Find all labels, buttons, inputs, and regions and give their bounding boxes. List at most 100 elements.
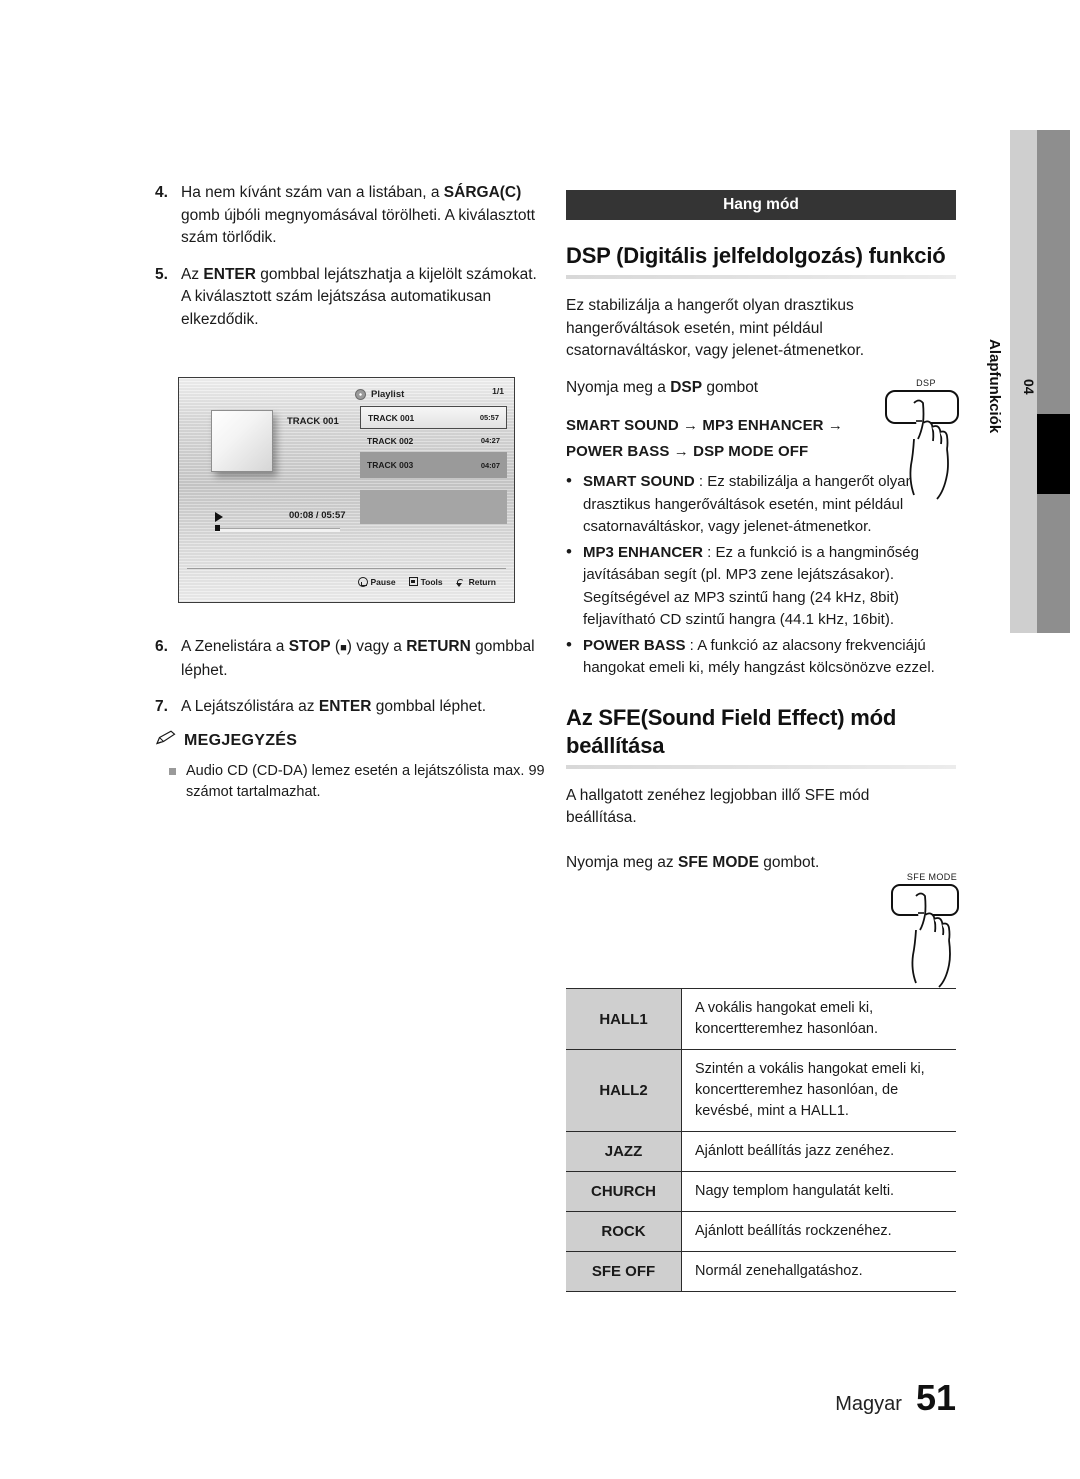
album-art — [211, 410, 273, 472]
sfe-mode-description: A vokális hangokat emeli ki, koncerttere… — [681, 988, 956, 1050]
table-row: SFE OFF Normál zenehallgatáshoz. — [566, 1251, 956, 1292]
progress-knob[interactable] — [215, 525, 220, 531]
playlist-footer-bar: Pause Tools Return — [187, 568, 506, 594]
step-text: A Lejátszólistára az ENTER gombbal léphe… — [181, 698, 487, 715]
chapter-marker — [1037, 414, 1070, 494]
step-text: Ha nem kívánt szám van a listában, a SÁR… — [181, 184, 536, 246]
note-list-item: Audio CD (CD-DA) lemez esetén a lejátszó… — [155, 761, 555, 803]
bullet-text: MP3 ENHANCER : Ez a funkció is a hangmin… — [583, 542, 956, 632]
return-label: Return — [468, 576, 496, 587]
return-button[interactable]: Return — [456, 577, 496, 587]
right-column: Hang mód DSP (Digitális jelfeldolgozás) … — [566, 190, 956, 888]
chapter-number: 04 — [1021, 378, 1037, 395]
sfe-mode-description: Normál zenehallgatáshoz. — [681, 1251, 956, 1292]
table-row: HALL2 Szintén a vokális hangokat emeli k… — [566, 1049, 956, 1132]
track-list-item[interactable]: TRACK 002 04:27 — [360, 429, 507, 452]
heading-rule — [566, 275, 956, 279]
sfe-mode-description: Nagy templom hangulatát kelti. — [681, 1171, 956, 1212]
heading-sfe: Az SFE(Sound Field Effect) mód beállítás… — [566, 704, 897, 758]
bullet-term: MP3 ENHANCER — [583, 543, 704, 561]
section-bar-label: Hang mód — [723, 196, 799, 213]
sfe-intro-paragraph: A hallgatott zenéhez legjobban illő SFE … — [566, 786, 870, 827]
sfe-mode-name: HALL2 — [566, 1049, 682, 1132]
note-bullet-icon — [169, 768, 176, 775]
playlist-page-indicator: 1/1 — [492, 386, 504, 396]
playlist-title: Playlist — [371, 388, 405, 400]
bullet-icon: • — [566, 634, 572, 654]
progress-bar[interactable] — [215, 528, 340, 532]
tools-button[interactable]: Tools — [408, 576, 443, 587]
sfe-press-instruction: Nyomja meg az SFE MODE gombot. — [566, 853, 820, 871]
track-name: TRACK 001 — [368, 412, 415, 423]
bullet-text: POWER BASS : A funkció az alacsony frekv… — [583, 635, 956, 680]
chapter-bar — [1037, 130, 1070, 633]
bullet-icon: • — [566, 471, 572, 490]
step-5: 5. Az ENTER gombbal lejátszhatja a kijel… — [155, 264, 555, 332]
bullet-sep: : — [694, 473, 708, 490]
playlist-header: Playlist — [355, 386, 514, 402]
track-time: 05:57 — [479, 413, 499, 422]
enter-icon — [357, 576, 368, 587]
step-7: 7. A Lejátszólistára az ENTER gombbal lé… — [155, 696, 560, 719]
dsp-intro-paragraph: Ez stabilizálja a hangerőt olyan draszti… — [566, 297, 865, 359]
track-name: TRACK 002 — [367, 435, 414, 446]
dsp-bullet-mp3-enhancer: • MP3 ENHANCER : Ez a funkció is a hangm… — [566, 542, 956, 632]
section-bar-sound-mode: Hang mód — [566, 190, 956, 220]
sfe-mode-name: HALL1 — [566, 988, 682, 1050]
sfe-mode-description: Ajánlott beállítás rockzenéhez. — [681, 1211, 956, 1252]
left-column-steps-cont: 6. A Zenelistára a STOP (■) vagy a RETUR… — [155, 636, 560, 733]
tools-icon — [408, 577, 418, 586]
step-6: 6. A Zenelistára a STOP (■) vagy a RETUR… — [155, 636, 560, 682]
tools-label: Tools — [420, 576, 443, 587]
sfe-mode-description: Szintén a vokális hangokat emeli ki, kon… — [681, 1049, 956, 1132]
pause-label: Pause — [370, 576, 396, 587]
step-number: 5. — [155, 265, 168, 283]
footer-page-number: 51 — [915, 1377, 956, 1418]
table-row: CHURCH Nagy templom hangulatát kelti. — [566, 1171, 956, 1212]
track-list-item[interactable]: TRACK 003 04:07 — [360, 452, 507, 478]
playlist-screenshot: Playlist 1/1 TRACK 001 00:08 / 05:57 TRA… — [178, 377, 515, 603]
heading-rule — [566, 764, 956, 769]
chapter-label: Alapfunkciók — [986, 339, 1003, 434]
step-4: 4. Ha nem kívánt szám van a listában, a … — [155, 182, 555, 250]
pencil-icon — [155, 730, 177, 751]
table-row: ROCK Ajánlott beállítás rockzenéhez. — [566, 1211, 956, 1252]
heading-dsp: DSP (Digitális jelfeldolgozás) funkció — [566, 243, 946, 268]
note-block: MEGJEGYZÉS Audio CD (CD-DA) lemez esetén… — [155, 730, 555, 803]
step-text: Az ENTER gombbal lejátszhatja a kijelölt… — [181, 265, 537, 328]
playback-time: 00:08 / 05:57 — [289, 510, 346, 521]
disc-icon — [355, 388, 366, 400]
sfe-button-caption: SFE MODE — [906, 872, 958, 882]
step-number: 4. — [155, 184, 168, 201]
sfe-mode-description: Ajánlott beállítás jazz zenéhez. — [681, 1131, 956, 1172]
footer-language: Magyar — [835, 1393, 902, 1415]
chapter-tab: 04 Alapfunkciók — [986, 130, 1037, 633]
table-row: JAZZ Ajánlott beállítás jazz zenéhez. — [566, 1131, 956, 1172]
pause-button[interactable]: Pause — [357, 576, 396, 587]
track-list: TRACK 001 05:57 TRACK 002 04:27 TRACK 00… — [360, 406, 507, 524]
note-header: MEGJEGYZÉS — [155, 730, 555, 751]
dsp-button-caption: DSP — [916, 378, 936, 388]
dsp-bullet-power-bass: • POWER BASS : A funkció az alacsony fre… — [566, 635, 956, 680]
sfe-mode-remote-button-illustration: SFE MODE — [886, 872, 978, 993]
track-list-item[interactable]: TRACK 001 05:57 — [360, 406, 507, 429]
step-number: 6. — [155, 638, 168, 655]
now-playing-track-label: TRACK 001 — [287, 416, 339, 427]
dsp-press-instruction: Nyomja meg a DSP gombot — [566, 378, 759, 396]
play-icon — [215, 512, 223, 522]
table-row: HALL1 A vokális hangokat emeli ki, konce… — [566, 988, 956, 1050]
sfe-mode-table: HALL1 A vokális hangokat emeli ki, konce… — [566, 988, 956, 1292]
sfe-mode-name: SFE OFF — [566, 1251, 682, 1292]
sfe-mode-name: CHURCH — [566, 1171, 682, 1212]
sfe-mode-name: JAZZ — [566, 1131, 682, 1172]
track-time: 04:07 — [480, 460, 500, 470]
bullet-term: POWER BASS — [583, 636, 686, 654]
bullet-sep: : — [703, 543, 716, 561]
track-time: 04:27 — [480, 436, 500, 445]
note-title: MEGJEGYZÉS — [184, 731, 298, 749]
track-name: TRACK 003 — [367, 460, 414, 470]
note-text: Audio CD (CD-DA) lemez esetén a lejátszó… — [186, 763, 545, 800]
dsp-remote-button-illustration: DSP — [880, 378, 972, 506]
left-column: 4. Ha nem kívánt szám van a listában, a … — [155, 182, 555, 345]
track-list-empty-slot — [360, 490, 507, 524]
